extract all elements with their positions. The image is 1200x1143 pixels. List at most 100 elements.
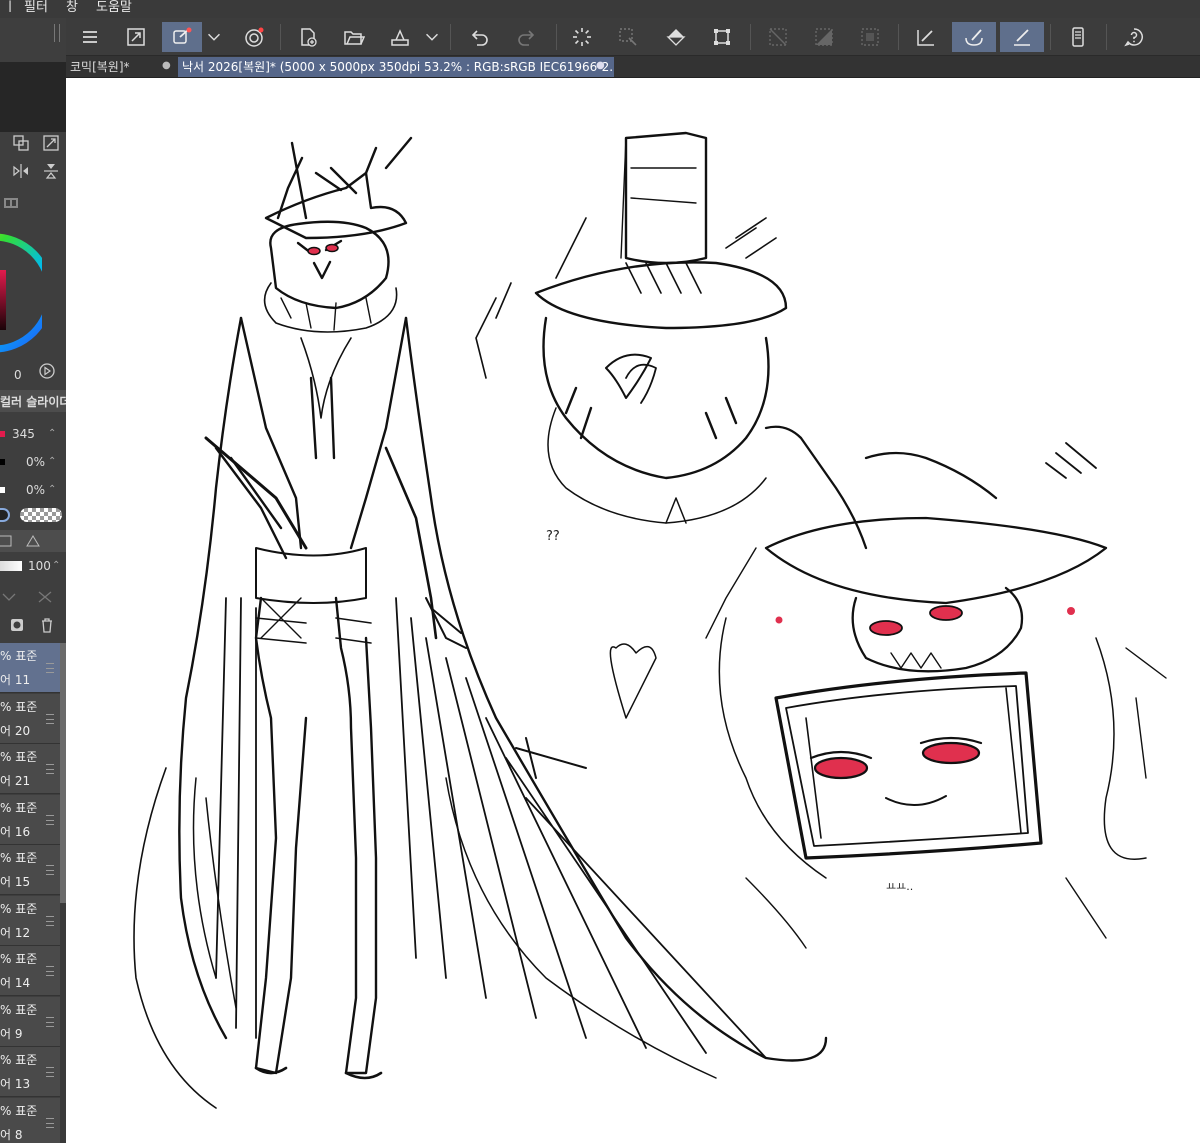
layer-tab-icon[interactable] — [0, 530, 16, 552]
new-file-icon[interactable] — [292, 22, 324, 52]
saturation-stepper-icon[interactable]: ⌃ — [48, 450, 56, 474]
pen-icon[interactable] — [1000, 22, 1044, 52]
layer-row[interactable]: % 표준 어 15 — [0, 845, 60, 895]
select-icon[interactable] — [612, 22, 644, 52]
brightness-slider[interactable]: 0% ⌃ — [0, 478, 66, 502]
layer-row[interactable]: % 표준어 11 — [0, 643, 60, 693]
play-icon[interactable] — [36, 360, 58, 382]
sketch-artwork — [133, 131, 1167, 1109]
layer-blend-mode: % 표준 — [0, 1053, 38, 1067]
layer-row[interactable]: % 표준 어 8 — [0, 1097, 60, 1143]
color-slider-tab[interactable]: 컬러 슬라이더 — [0, 390, 66, 412]
open-folder-icon[interactable] — [338, 22, 370, 52]
drag-handle-icon[interactable] — [46, 1016, 54, 1027]
resize-icon[interactable] — [40, 132, 62, 154]
menu-item-filter[interactable]: 필터 — [24, 0, 48, 16]
layer-blend-mode: % 표준 — [0, 1103, 38, 1118]
menu-item-edge[interactable]: ㅣ — [4, 0, 16, 16]
layer-panel-tabs — [0, 530, 66, 552]
drag-handle-icon[interactable] — [46, 814, 54, 825]
tab-comic-close-icon[interactable]: ● — [162, 61, 172, 71]
layer-name: 어 21 — [0, 774, 31, 788]
undo-icon[interactable] — [464, 22, 496, 52]
drag-handle-icon[interactable] — [46, 1067, 54, 1077]
tab-doodle-close-icon[interactable]: ● — [596, 61, 606, 71]
fill-icon[interactable] — [660, 22, 692, 52]
heart-doodle — [609, 643, 657, 719]
layer-property-tab-icon[interactable] — [22, 530, 44, 552]
command-bar — [66, 18, 1200, 56]
record-icon[interactable] — [238, 22, 270, 52]
main-color-swatch[interactable] — [0, 508, 10, 522]
menu-item-help[interactable]: 도움말 — [96, 0, 132, 16]
tab-doodle[interactable]: 낙서 2026[복원]* (5000 x 5000px 350dpi 53.2%… — [178, 57, 614, 77]
opacity-stepper-icon[interactable]: ⌃ — [52, 554, 60, 578]
hue-stepper-icon[interactable]: ⌃ — [48, 422, 56, 446]
export-chevron-down-icon[interactable] — [422, 22, 442, 52]
layer-opacity-slider[interactable]: 100 ⌃ — [0, 554, 66, 578]
transform-icon[interactable] — [706, 22, 738, 52]
hue-value: 345 — [12, 427, 35, 441]
layer-row[interactable]: % 표준 어 13 — [0, 1047, 60, 1097]
left-panel: 0 컬러 슬라이더 345 ⌃ 0% ⌃ 0% ⌃ 100 ⌃ % 표준 어 1… — [0, 18, 66, 1143]
handwriting-text: ㅛㅛ.. — [886, 880, 914, 893]
check-pen-icon[interactable] — [910, 22, 942, 52]
panel-grip[interactable] — [54, 24, 60, 42]
brightness-stepper-icon[interactable]: ⌃ — [48, 478, 56, 502]
deselect-icon[interactable] — [762, 22, 794, 52]
color-value-zero: 0 — [14, 368, 22, 382]
layer-blend-mode: % 표준 — [0, 649, 38, 663]
full-body-sketch — [133, 136, 828, 1109]
drag-handle-icon[interactable] — [46, 713, 54, 724]
color-wheel[interactable] — [0, 226, 42, 360]
mask-icon[interactable] — [6, 614, 28, 636]
transparent-color-swatch[interactable] — [20, 508, 62, 522]
layer-row[interactable]: % 표준 어 14 — [0, 946, 60, 996]
layer-row[interactable]: % 표준 어 16 — [0, 794, 60, 845]
layer-row[interactable]: % 표준 어 12 — [0, 895, 60, 946]
trash-icon[interactable] — [36, 614, 58, 636]
drag-handle-icon[interactable] — [46, 865, 54, 875]
layer-name: 어 9 — [0, 1026, 23, 1041]
border-icon[interactable] — [854, 22, 886, 52]
tab-comic[interactable]: 코믹[복원]* — [66, 57, 166, 77]
color-slider-tab-label: 컬러 슬라이더 — [0, 395, 66, 409]
redo-icon[interactable] — [510, 22, 542, 52]
film-icon[interactable] — [0, 192, 22, 214]
chevron-down-icon[interactable] — [204, 22, 224, 52]
layer-blend-mode: % 표준 — [0, 1002, 38, 1017]
layer-name: 어 11 — [0, 673, 31, 687]
copy-icon[interactable] — [10, 132, 32, 154]
device-icon[interactable] — [1062, 22, 1094, 52]
reference-icon[interactable] — [34, 586, 56, 608]
brush-icon[interactable] — [952, 22, 996, 52]
layer-row[interactable]: % 표준어 9 — [0, 996, 60, 1047]
menu-item-window[interactable]: 창 — [66, 0, 78, 16]
drag-handle-icon[interactable] — [46, 663, 54, 673]
fullscreen-icon[interactable] — [120, 22, 152, 52]
flip-horizontal-icon[interactable] — [10, 160, 32, 182]
pen-link-icon[interactable] — [162, 22, 202, 52]
flip-vertical-icon[interactable] — [40, 160, 62, 182]
layer-row[interactable]: % 표준 어 20 — [0, 693, 60, 744]
brightness-swatch — [0, 487, 5, 493]
export-icon[interactable] — [384, 22, 416, 52]
layer-name: 어 16 — [0, 824, 31, 839]
menu-bar: ㅣ 필터 창 도움말 — [0, 0, 1200, 18]
app-window: ㅣ 필터 창 도움말 0 컬러 슬라이더 345 ⌃ 0% ⌃ 0% ⌃ 100… — [0, 0, 1200, 1143]
drag-handle-icon[interactable] — [46, 915, 54, 926]
drag-handle-icon[interactable] — [46, 966, 54, 976]
layer-blend-mode: % 표준 — [0, 901, 38, 916]
menu-icon[interactable] — [74, 22, 106, 52]
invert-icon[interactable] — [808, 22, 840, 52]
drag-handle-icon[interactable] — [46, 764, 54, 774]
loading-icon[interactable] — [566, 22, 598, 52]
layer-blend-mode: % 표준 — [0, 750, 38, 764]
drawing-canvas[interactable]: ?? ㅛㅛ.. — [66, 78, 1200, 1143]
hue-slider[interactable]: 345 ⌃ — [0, 422, 66, 446]
clip-icon[interactable] — [0, 586, 20, 608]
help-icon[interactable] — [1118, 22, 1150, 52]
layer-row[interactable]: % 표준어 21 — [0, 744, 60, 794]
drag-handle-icon[interactable] — [46, 1117, 54, 1128]
saturation-slider[interactable]: 0% ⌃ — [0, 450, 66, 474]
